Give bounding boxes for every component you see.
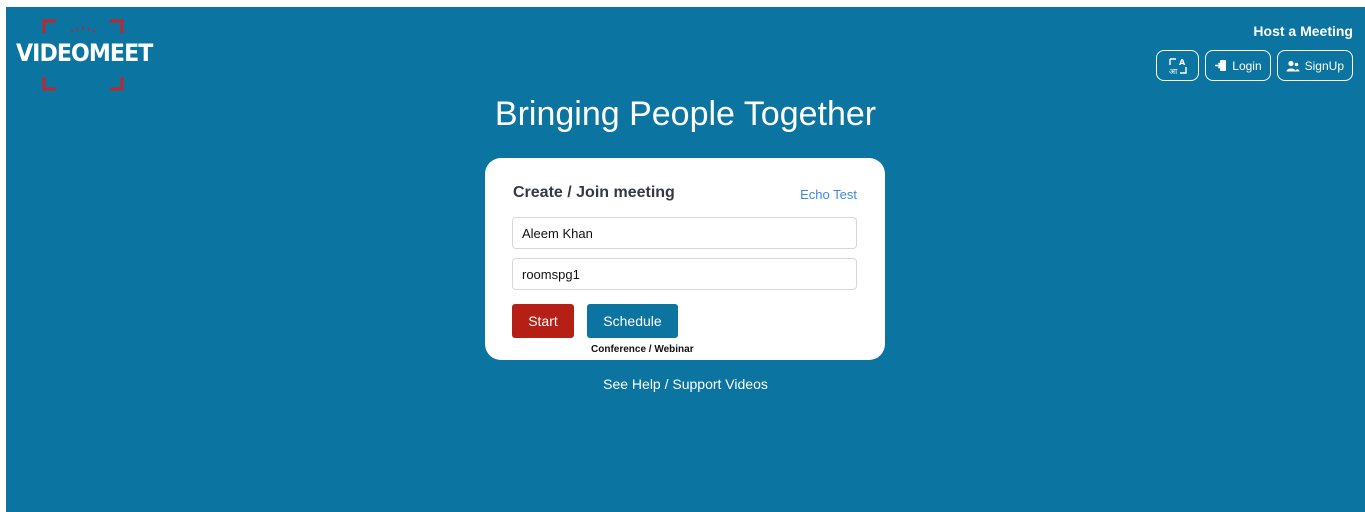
signup-label: SignUp <box>1304 58 1344 73</box>
svg-text:आ: आ <box>1169 67 1178 76</box>
schedule-button[interactable]: Schedule <box>587 304 678 338</box>
sign-in-icon <box>1215 60 1227 71</box>
login-button[interactable]: Login <box>1205 50 1271 81</box>
users-icon <box>1286 60 1300 71</box>
meeting-card: Create / Join meeting Echo Test Start Sc… <box>485 158 885 360</box>
login-label: Login <box>1232 58 1262 73</box>
room-input[interactable] <box>512 258 857 290</box>
language-button[interactable]: A आ <box>1156 50 1200 81</box>
translate-icon: A आ <box>1169 58 1187 76</box>
header-button-group: A आ Login SignUp <box>1156 50 1353 81</box>
logo-text: VIDEOMEET <box>16 39 153 67</box>
card-title: Create / Join meeting <box>513 184 675 201</box>
schedule-sublabel: Conference / Webinar <box>591 344 694 355</box>
app-root: VIDEOMEET Host a Meeting A आ Login SignU… <box>6 7 1365 512</box>
page-title: Bringing People Together <box>494 95 877 133</box>
echo-test-link[interactable]: Echo Test <box>800 187 857 202</box>
help-videos-link[interactable]: See Help / Support Videos <box>6 376 1365 392</box>
svg-text:A: A <box>1179 58 1186 67</box>
signup-button[interactable]: SignUp <box>1276 50 1353 81</box>
name-input[interactable] <box>512 217 857 249</box>
videomeet-logo[interactable]: VIDEOMEET <box>16 19 153 94</box>
start-button[interactable]: Start <box>512 304 574 338</box>
host-meeting-link[interactable]: Host a Meeting <box>1253 23 1353 39</box>
